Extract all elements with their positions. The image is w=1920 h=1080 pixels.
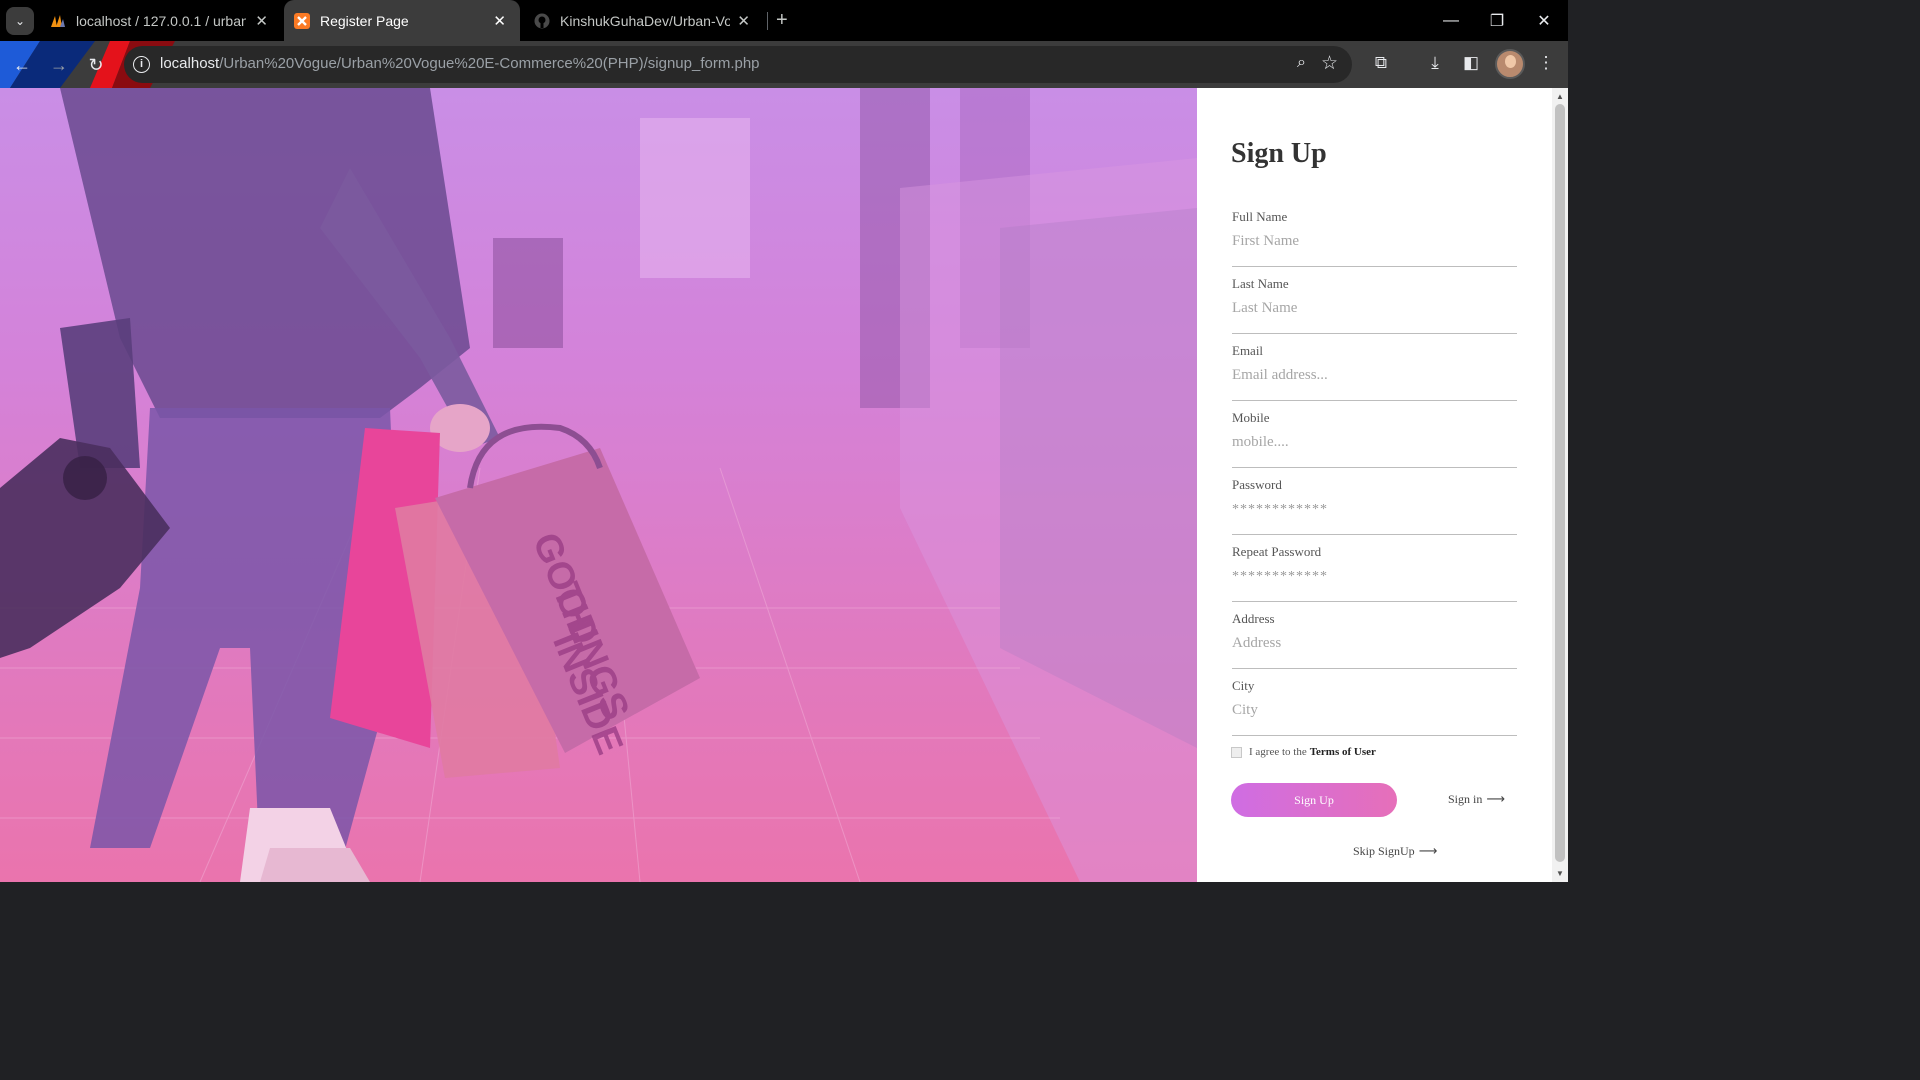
address-field: Address [1232, 611, 1517, 669]
profile-avatar[interactable] [1495, 49, 1525, 79]
city-input[interactable] [1232, 702, 1517, 719]
close-tab-icon[interactable]: ✕ [255, 12, 268, 30]
first-name-input[interactable] [1232, 233, 1517, 250]
email-input[interactable] [1232, 367, 1517, 384]
menu-icon[interactable]: ⋮ [1535, 53, 1557, 73]
side-panel-icon[interactable]: ◧ [1460, 53, 1482, 73]
field-label: Mobile [1232, 410, 1270, 425]
page-title: Sign Up [1231, 138, 1327, 169]
terms-checkbox[interactable] [1231, 746, 1242, 758]
last-name-field: Last Name [1232, 276, 1517, 334]
github-icon [534, 13, 550, 28]
page-viewport: GOOD THINGS INSIDE Sign Up Full Name Las… [0, 88, 1568, 882]
tab-strip: ⌄ localhost / 127.0.0.1 / urbanvog ✕ Reg… [0, 0, 1568, 41]
tab-register-page[interactable]: Register Page ✕ [284, 0, 520, 41]
city-field: City [1232, 678, 1517, 736]
tab-search-icon[interactable]: ⌄ [6, 7, 34, 35]
password-input[interactable] [1232, 501, 1517, 518]
xampp-icon [294, 12, 310, 29]
hero-image: GOOD THINGS INSIDE [0, 88, 1197, 882]
tab-title: localhost / 127.0.0.1 / urbanvog [76, 12, 246, 29]
download-icon[interactable]: ⤓ [1424, 53, 1446, 73]
field-label: Address [1232, 611, 1275, 626]
password-field: Password [1232, 477, 1517, 535]
close-tab-icon[interactable]: ✕ [493, 12, 506, 30]
first-name-field: Full Name [1232, 209, 1517, 267]
terms-agreement: I agree to the Terms of User [1231, 746, 1376, 758]
field-label: City [1232, 678, 1255, 693]
url-text[interactable]: localhost/Urban%20Vogue/Urban%20Vogue%20… [160, 55, 760, 72]
address-bar[interactable]: i localhost/Urban%20Vogue/Urban%20Vogue%… [124, 46, 1352, 83]
close-window-icon[interactable]: ✕ [1521, 0, 1567, 41]
field-label: Password [1232, 477, 1282, 492]
signup-panel: Sign Up Full Name Last Name Email Mobile… [1197, 88, 1552, 882]
agree-text: I agree to the [1249, 746, 1307, 758]
url-host: localhost [160, 55, 220, 72]
new-tab-icon[interactable]: + [776, 9, 788, 32]
skip-label: Skip SignUp [1353, 844, 1415, 858]
arrow-right-icon: ⟶ [1486, 792, 1505, 807]
tab-title: KinshukGuhaDev/Urban-Vogue [560, 12, 730, 29]
back-icon[interactable]: ← [10, 53, 34, 77]
field-label: Repeat Password [1232, 544, 1322, 559]
close-tab-icon[interactable]: ✕ [737, 12, 750, 30]
zoom-icon[interactable]: ⌕ [1297, 54, 1306, 72]
signin-link[interactable]: Sign in ⟶ [1448, 792, 1505, 807]
repeat-password-field: Repeat Password [1232, 544, 1517, 602]
signup-button[interactable]: Sign Up [1231, 783, 1397, 817]
arrow-right-icon: ⟶ [1418, 844, 1438, 859]
skip-signup-link[interactable]: Skip SignUp ⟶ [1353, 844, 1437, 859]
scroll-up-icon[interactable]: ▲ [1556, 92, 1564, 101]
field-label: Full Name [1232, 209, 1288, 224]
email-field: Email [1232, 343, 1517, 401]
mobile-input[interactable] [1232, 434, 1517, 451]
browser-toolbar: ← → ↻ i localhost/Urban%20Vogue/Urban%20… [0, 41, 1568, 88]
phpmyadmin-icon [51, 14, 65, 27]
tab-title: Register Page [320, 12, 409, 29]
mobile-field: Mobile [1232, 410, 1517, 468]
restore-icon[interactable]: ❐ [1474, 0, 1520, 41]
forward-icon[interactable]: → [47, 53, 71, 77]
signin-label: Sign in [1448, 792, 1483, 806]
repeat-password-input[interactable] [1232, 568, 1517, 585]
minimize-icon[interactable]: — [1428, 0, 1474, 41]
site-info-icon[interactable]: i [133, 56, 150, 73]
shopping-photo: GOOD THINGS INSIDE [0, 88, 1197, 882]
field-label: Last Name [1232, 276, 1289, 291]
extensions-icon[interactable]: ⧉ [1370, 53, 1392, 73]
scroll-down-icon[interactable]: ▼ [1556, 869, 1564, 878]
reload-icon[interactable]: ↻ [84, 53, 108, 77]
last-name-input[interactable] [1232, 300, 1517, 317]
tab-separator [767, 12, 768, 30]
address-input[interactable] [1232, 635, 1517, 652]
scrollbar-thumb[interactable] [1555, 104, 1565, 862]
terms-link[interactable]: Terms of User [1310, 746, 1376, 758]
bookmark-star-icon[interactable]: ☆ [1321, 52, 1338, 75]
tab-github[interactable]: KinshukGuhaDev/Urban-Vogue ✕ [534, 0, 764, 41]
scrollbar[interactable]: ▲ ▼ [1552, 88, 1568, 882]
field-label: Email [1232, 343, 1264, 358]
tab-phpmyadmin[interactable]: localhost / 127.0.0.1 / urbanvog ✕ [50, 0, 282, 41]
url-path: /Urban%20Vogue/Urban%20Vogue%20E-Commerc… [219, 55, 760, 72]
